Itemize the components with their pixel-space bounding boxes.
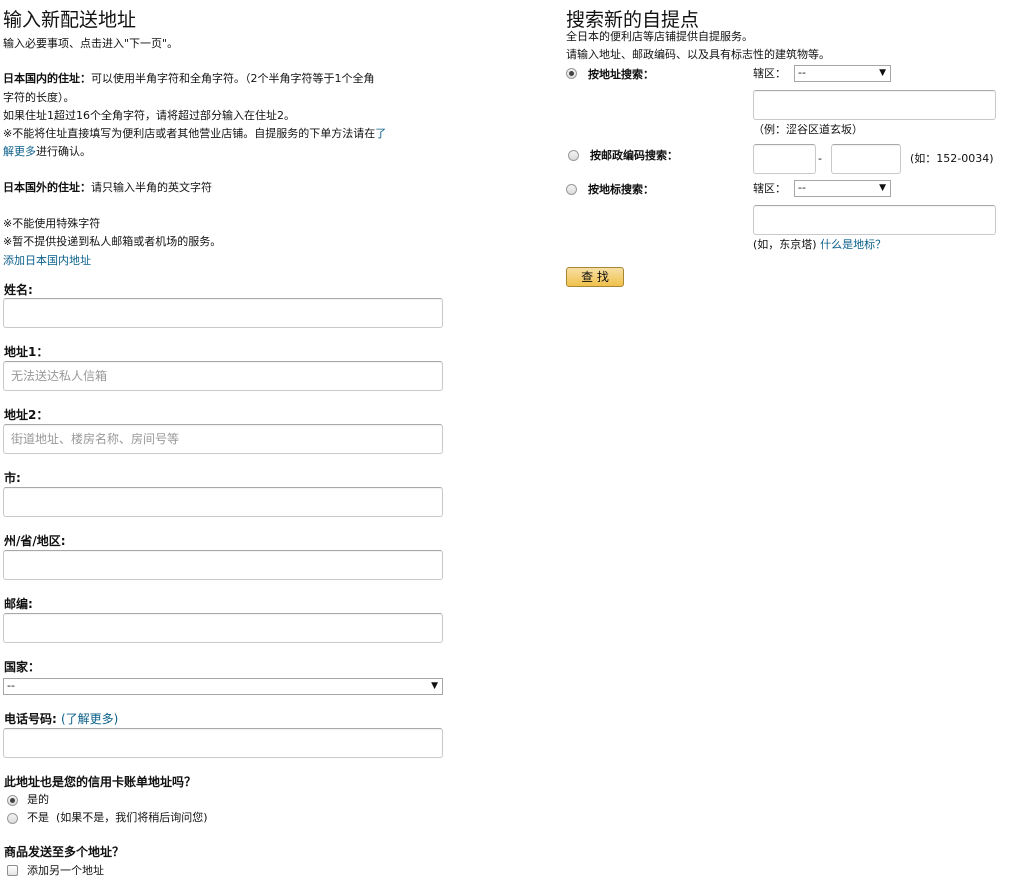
learn-more-link-part2[interactable]: 解更多 — [3, 145, 36, 158]
add-domestic-address-link[interactable]: 添加日本国内地址 — [3, 254, 91, 268]
search-by-address-label[interactable]: 按地址搜索： — [588, 66, 654, 82]
note-no-private-mailbox: ※暂不提供投递到私人邮箱或者机场的服务。 — [3, 235, 222, 248]
multi-address-question: 商品发送至多个地址？ — [4, 845, 125, 859]
domestic-line4: ※不能将住址直接填写为便利店或者其他营业店铺。自提服务的下单方法请在了 — [3, 127, 386, 141]
add-another-address-checkbox[interactable] — [7, 865, 18, 876]
domestic-line5: 解更多进行确认。 — [3, 145, 91, 159]
postal-code-first-input[interactable] — [753, 144, 816, 174]
city-input[interactable] — [3, 487, 443, 517]
city-label: 市: — [4, 471, 21, 485]
address2-input[interactable]: 街道地址、楼房名称、房间号等 — [3, 424, 443, 454]
foreign-text: 请只输入半角的英文字符 — [91, 181, 212, 194]
landmark-example-row: (如，东京塔) 什么是地标？ — [753, 238, 886, 252]
billing-yes-label[interactable]: 是的 — [27, 793, 49, 807]
postal-code-label: 邮编: — [4, 597, 33, 611]
state-input[interactable] — [3, 550, 443, 580]
domestic-line1-text: 可以使用半角字符和全角字符。（2个半角字符等于1个全角 — [91, 72, 375, 85]
address-example: （例：涩谷区道玄坂） — [753, 123, 863, 136]
note-special-chars: ※不能使用特殊字符 — [3, 217, 101, 230]
landmark-district-label: 辖区： — [753, 182, 786, 195]
postal-code-second-input[interactable] — [831, 144, 901, 174]
address-district-value: -- — [798, 66, 806, 79]
search-by-address-radio[interactable] — [566, 68, 577, 79]
billing-no-label[interactable]: 不是 — [27, 811, 49, 824]
learn-more-link-part1[interactable]: 了 — [375, 127, 386, 140]
search-button[interactable]: 查 找 — [566, 267, 624, 287]
address1-input[interactable]: 无法送达私人信箱 — [3, 361, 443, 391]
country-selected-value: -- — [7, 679, 15, 692]
billing-no-note: (如果不是，我们将稍后询问您) — [56, 811, 208, 824]
state-label: 州/省/地区: — [4, 534, 66, 548]
country-label: 国家： — [4, 660, 41, 674]
phone-learn-more-link[interactable]: (了解更多) — [61, 712, 118, 726]
billing-question: 此地址也是您的信用卡账单地址吗？ — [4, 775, 197, 789]
address-search-input[interactable] — [753, 90, 996, 120]
domestic-line5-text: 进行确认。 — [36, 145, 91, 158]
domestic-heading: 日本国内的住址： — [3, 72, 91, 85]
shipping-address-title: 输入新配送地址 — [3, 9, 137, 31]
add-another-address-label[interactable]: 添加另一个地址 — [27, 864, 104, 878]
pickup-search-title: 搜索新的自提点 — [566, 9, 700, 31]
postal-code-input[interactable] — [3, 613, 443, 643]
domestic-address-line1: 日本国内的住址：可以使用半角字符和全角字符。（2个半角字符等于1个全角 — [3, 72, 375, 86]
landmark-district-value: -- — [798, 181, 806, 194]
phone-input[interactable] — [3, 728, 443, 758]
phone-label: 电话号码: — [4, 712, 57, 726]
billing-yes-radio[interactable] — [7, 795, 18, 806]
what-is-landmark-link[interactable]: 什么是地标？ — [820, 238, 886, 251]
name-input[interactable] — [3, 298, 443, 328]
postal-example: (如：152-0034) — [910, 152, 994, 165]
domestic-line2: 字符的长度）。 — [3, 91, 75, 104]
pickup-desc2: 请输入地址、邮政编码、以及具有标志性的建筑物等。 — [566, 48, 830, 61]
country-select[interactable]: -- ▼ — [3, 678, 443, 695]
name-label: 姓名: — [4, 283, 33, 297]
address1-label: 地址1： — [4, 345, 49, 359]
dropdown-arrow-icon: ▼ — [431, 681, 438, 691]
billing-no-radio[interactable] — [7, 813, 18, 824]
landmark-district-select[interactable]: -- ▼ — [794, 180, 891, 197]
landmark-example: (如，东京塔) — [753, 238, 817, 251]
address2-label: 地址2： — [4, 408, 49, 422]
dropdown-arrow-icon: ▼ — [879, 183, 886, 193]
intro-text: 输入必要事项、点击进入"下一页"。 — [3, 37, 179, 50]
landmark-search-input[interactable] — [753, 205, 996, 235]
address-district-select[interactable]: -- ▼ — [794, 65, 891, 82]
search-by-postal-radio[interactable] — [568, 150, 579, 161]
domestic-line4-text: ※不能将住址直接填写为便利店或者其他营业店铺。自提服务的下单方法请在 — [3, 127, 376, 140]
search-by-postal-label[interactable]: 按邮政编码搜索： — [590, 147, 678, 163]
billing-no-label-row: 不是 (如果不是，我们将稍后询问您) — [27, 811, 208, 825]
phone-label-row: 电话号码: (了解更多) — [4, 710, 118, 727]
dropdown-arrow-icon: ▼ — [879, 68, 886, 78]
domestic-line3: 如果住址1超过16个全角字符，请将超过部分输入在住址2。 — [3, 109, 295, 122]
foreign-address-line: 日本国外的住址：请只输入半角的英文字符 — [3, 181, 212, 195]
district-label: 辖区： — [753, 67, 786, 80]
search-by-landmark-label[interactable]: 按地标搜索： — [588, 181, 654, 197]
search-by-landmark-radio[interactable] — [566, 184, 577, 195]
pickup-desc1: 全日本的便利店等店铺提供自提服务。 — [566, 30, 753, 43]
foreign-heading: 日本国外的住址： — [3, 181, 91, 194]
postal-separator: - — [818, 152, 822, 165]
